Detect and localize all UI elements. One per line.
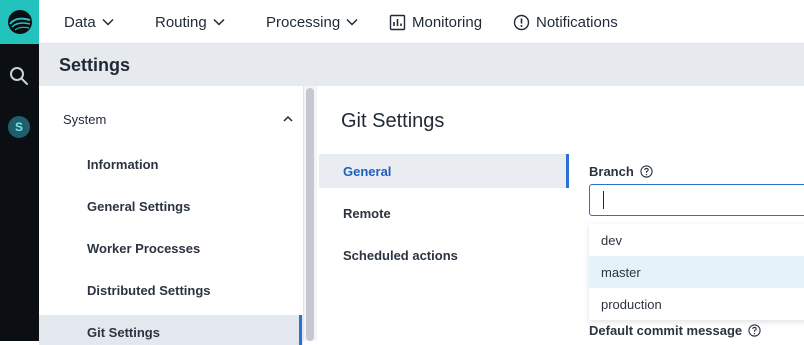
section-title: Git Settings xyxy=(341,110,445,132)
avatar[interactable]: S xyxy=(8,116,30,138)
nav-data[interactable]: Data xyxy=(64,0,114,44)
sidebar-item-distributed-settings[interactable]: Distributed Settings xyxy=(87,283,211,298)
branch-option-production[interactable]: production xyxy=(589,288,804,320)
branch-option-master[interactable]: master xyxy=(589,256,804,288)
chevron-down-icon xyxy=(346,18,358,26)
top-navigation: Data Routing Processing Monitoring Notif… xyxy=(39,0,804,44)
logo-mark-icon xyxy=(7,10,32,34)
sidebar-item-worker-processes[interactable]: Worker Processes xyxy=(87,241,200,256)
settings-sidebar: System Information General Settings Work… xyxy=(39,86,303,345)
alert-icon xyxy=(513,14,530,30)
sidebar-item-information[interactable]: Information xyxy=(87,157,159,172)
page-title: Settings xyxy=(39,44,804,86)
nav-data-label: Data xyxy=(64,13,96,31)
nav-routing[interactable]: Routing xyxy=(155,0,225,44)
app-logo[interactable] xyxy=(0,0,39,44)
nav-processing-label: Processing xyxy=(266,13,341,31)
nav-notifications-label: Notifications xyxy=(536,13,618,31)
sidebar-item-git-settings[interactable]: Git Settings xyxy=(87,325,160,340)
commit-label-text: Default commit message xyxy=(589,323,743,338)
branch-option-dev[interactable]: dev xyxy=(589,224,804,256)
nav-processing[interactable]: Processing xyxy=(266,0,358,44)
settings-tabs: General Remote Scheduled actions xyxy=(319,154,569,341)
chevron-down-icon xyxy=(102,18,114,26)
sidebar-scrollbar-thumb[interactable] xyxy=(306,88,314,341)
sidebar-section-system[interactable]: System xyxy=(63,112,106,127)
tab-general[interactable]: General xyxy=(319,154,569,188)
nav-routing-label: Routing xyxy=(155,13,207,31)
branch-field-label: Branch xyxy=(589,164,653,179)
chevron-down-icon xyxy=(213,18,225,26)
nav-notifications[interactable]: Notifications xyxy=(513,0,618,44)
tab-active-indicator xyxy=(566,154,569,188)
sidebar-item-general-settings[interactable]: General Settings xyxy=(87,199,190,214)
nav-monitoring-label: Monitoring xyxy=(412,13,483,31)
branch-dropdown: dev master production xyxy=(589,224,804,320)
branch-input[interactable] xyxy=(589,184,804,216)
chart-icon xyxy=(389,14,406,30)
tab-scheduled-actions[interactable]: Scheduled actions xyxy=(319,238,569,272)
left-rail: S xyxy=(0,0,39,341)
help-icon[interactable] xyxy=(640,165,653,178)
chevron-up-icon[interactable] xyxy=(282,113,294,125)
help-icon[interactable] xyxy=(748,324,761,337)
branch-label-text: Branch xyxy=(589,164,634,179)
tab-remote[interactable]: Remote xyxy=(319,196,569,230)
text-cursor xyxy=(603,191,604,209)
commit-message-field-label: Default commit message xyxy=(589,323,761,338)
search-icon[interactable] xyxy=(9,66,29,86)
nav-monitoring[interactable]: Monitoring xyxy=(389,0,482,44)
